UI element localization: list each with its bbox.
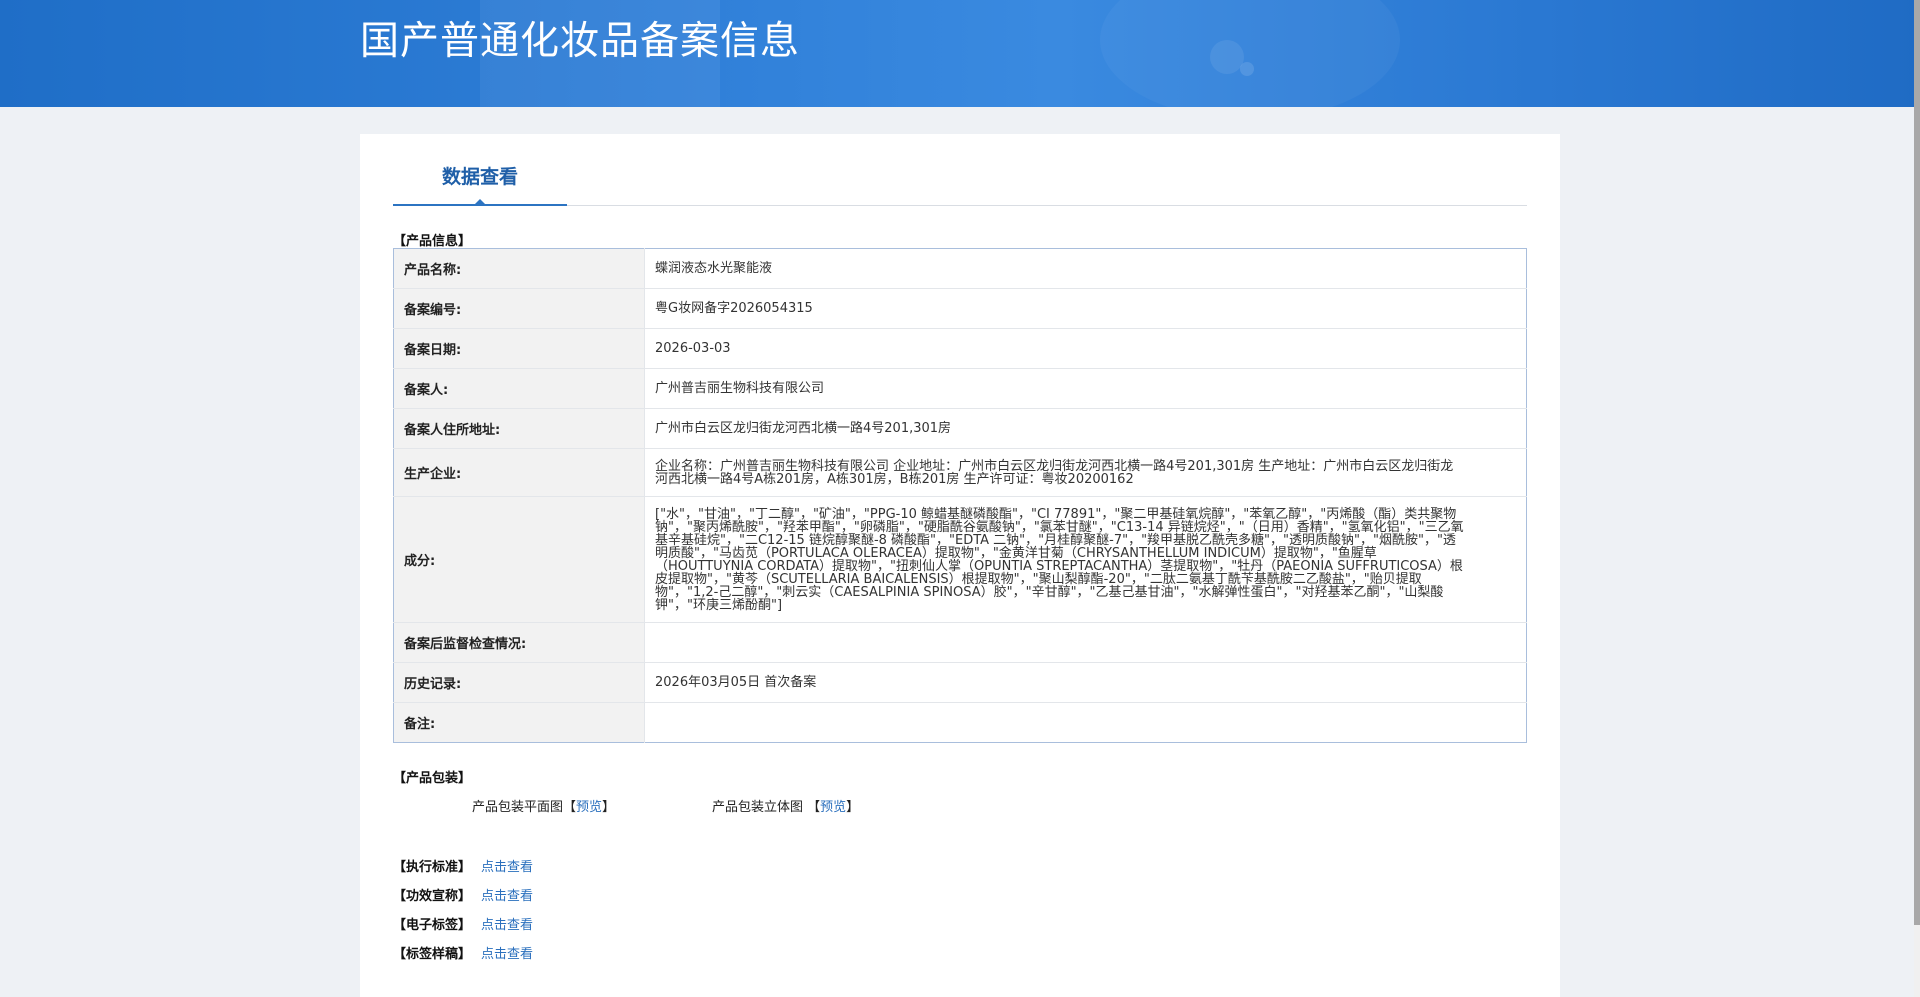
e-label-tag: 【电子标签】 <box>393 918 472 933</box>
row-label: 成分: <box>393 496 645 623</box>
row-label: 备案日期: <box>393 328 645 369</box>
packaging-flat-item: 产品包装平面图【预览】 <box>472 800 616 815</box>
banner-decoration <box>1100 0 1400 107</box>
inspection-value <box>644 622 1527 663</box>
header-banner: 国产普通化妆品备案信息 <box>0 0 1920 107</box>
table-row: 生产企业: 企业名称：广州普吉丽生物科技有限公司 企业地址：广州市白云区龙归街龙… <box>393 448 1527 497</box>
tab-bar: 数据查看 <box>393 155 1527 206</box>
tab-data-view[interactable]: 数据查看 <box>393 155 567 206</box>
packaging-flat-label: 产品包装平面图 <box>472 800 564 815</box>
registrant-address-value: 广州市白云区龙归街龙河西北横一路4号201,301房 <box>644 408 1527 449</box>
registration-date-value: 2026-03-03 <box>644 328 1527 369</box>
registration-number-value: 粤G妆网备字2026054315 <box>644 288 1527 329</box>
table-row: 备案后监督检查情况: <box>393 622 1527 663</box>
efficacy-view-link[interactable]: 点击查看 <box>481 889 533 904</box>
row-label: 历史记录: <box>393 662 645 703</box>
main-card: 数据查看 【产品信息】 产品名称: 蝶润液态水光聚能液 备案编号: 粤G妆网备字… <box>360 134 1560 997</box>
ingredients-value: ["水"，"甘油"，"丁二醇"，"矿油"，"PPG-10 鲸蜡基醚磷酸酯"，"C… <box>644 496 1527 623</box>
table-row: 产品名称: 蝶润液态水光聚能液 <box>393 248 1527 289</box>
remarks-value <box>645 703 1527 743</box>
packaging-heading: 【产品包装】 <box>393 771 472 786</box>
product-info-heading: 【产品信息】 <box>393 234 472 249</box>
history-value: 2026年03月05日 首次备案 <box>644 662 1527 703</box>
table-row: 备案日期: 2026-03-03 <box>393 328 1527 369</box>
row-label: 产品名称: <box>393 248 645 289</box>
packaging-solid-preview-link[interactable]: 预览 <box>820 800 846 815</box>
product-info-table: 产品名称: 蝶润液态水光聚能液 备案编号: 粤G妆网备字2026054315 备… <box>393 248 1527 743</box>
table-row: 备案人: 广州普吉丽生物科技有限公司 <box>393 368 1527 409</box>
label-sample-row: 【标签样稿】 点击查看 <box>393 943 533 962</box>
table-row: 备案编号: 粤G妆网备字2026054315 <box>393 288 1527 329</box>
row-label: 备案人住所地址: <box>393 408 645 449</box>
page-title: 国产普通化妆品备案信息 <box>360 19 801 64</box>
tab-active-caret <box>474 199 486 205</box>
standard-row: 【执行标准】 点击查看 <box>393 856 533 875</box>
scrollbar-thumb[interactable] <box>1914 0 1920 925</box>
row-label: 备案编号: <box>393 288 645 329</box>
efficacy-row: 【功效宣称】 点击查看 <box>393 885 533 904</box>
standard-view-link[interactable]: 点击查看 <box>481 860 533 875</box>
standard-tag: 【执行标准】 <box>393 860 472 875</box>
banner-decoration <box>1210 40 1244 74</box>
row-label: 备案后监督检查情况: <box>393 622 645 663</box>
manufacturer-value: 企业名称：广州普吉丽生物科技有限公司 企业地址：广州市白云区龙归街龙河西北横一路… <box>644 448 1527 497</box>
table-row: 历史记录: 2026年03月05日 首次备案 <box>393 662 1527 703</box>
e-label-view-link[interactable]: 点击查看 <box>481 918 533 933</box>
table-row: 备案人住所地址: 广州市白云区龙归街龙河西北横一路4号201,301房 <box>393 408 1527 449</box>
row-label: 生产企业: <box>393 448 645 497</box>
label-sample-view-link[interactable]: 点击查看 <box>481 947 533 962</box>
row-label: 备注: <box>393 702 645 743</box>
efficacy-tag: 【功效宣称】 <box>393 889 472 904</box>
packaging-solid-item: 产品包装立体图 【预览】 <box>712 800 860 815</box>
e-label-row: 【电子标签】 点击查看 <box>393 914 533 933</box>
packaging-solid-label: 产品包装立体图 <box>712 800 804 815</box>
banner-decoration <box>1240 62 1254 76</box>
label-sample-tag: 【标签样稿】 <box>393 947 472 962</box>
packaging-flat-preview-link[interactable]: 预览 <box>576 800 602 815</box>
table-row: 成分: ["水"，"甘油"，"丁二醇"，"矿油"，"PPG-10 鲸蜡基醚磷酸酯… <box>393 496 1527 623</box>
registrant-value: 广州普吉丽生物科技有限公司 <box>644 368 1527 409</box>
product-name-value: 蝶润液态水光聚能液 <box>644 248 1527 289</box>
row-label: 备案人: <box>393 368 645 409</box>
table-row: 备注: <box>393 702 1527 743</box>
tab-label: 数据查看 <box>441 166 518 188</box>
